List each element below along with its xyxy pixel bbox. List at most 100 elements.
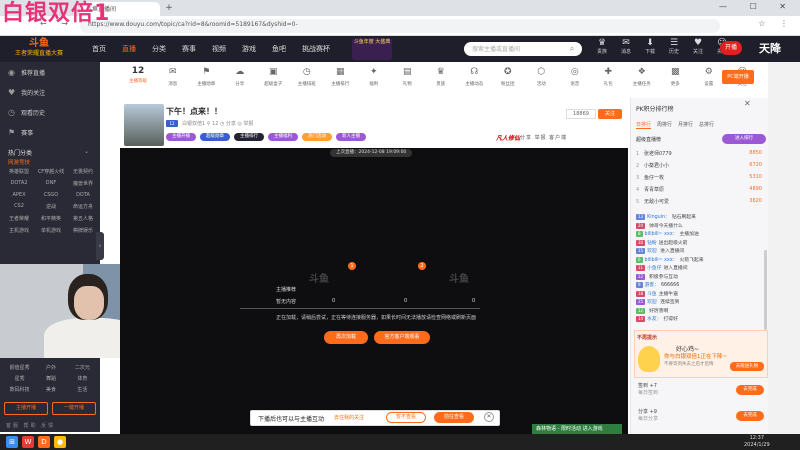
chat-message[interactable]: 12 好厉害啊 — [632, 307, 768, 317]
sidebar-category-item[interactable]: DOTA — [68, 192, 98, 198]
quick-stream-button[interactable]: 一键开播 — [52, 402, 96, 415]
chat-username[interactable]: bilibili~ xxx： — [645, 232, 678, 237]
chat-message[interactable]: 22 积极参与互动 — [632, 273, 768, 283]
chat-username[interactable]: bilibili~ xxx： — [645, 258, 678, 263]
chat-scrollbar[interactable] — [764, 250, 767, 330]
chat-message[interactable]: 13 Kinguin： 钻石刷起来 — [632, 214, 768, 223]
ranking-tab[interactable]: 月排行 — [678, 121, 693, 129]
rank-row[interactable]: 4 青青草原 4890 — [636, 186, 764, 196]
chat-message[interactable]: 6 bilibili~ xxx： 火箭飞起来 — [632, 256, 768, 266]
follow-button[interactable]: 关注 — [598, 109, 622, 119]
nav-item[interactable]: 鱼吧 — [264, 36, 294, 62]
header-icon-button[interactable]: ♥ 关注 — [688, 38, 708, 56]
channel-tool-button[interactable]: ✉ 消息 — [156, 66, 190, 96]
channel-tool-button[interactable]: ☁ 分享 — [223, 66, 257, 96]
sidebar-category-item[interactable]: 星秀 — [4, 375, 35, 382]
video-player[interactable] — [120, 148, 628, 434]
ranking-tab[interactable]: 周排行 — [657, 121, 672, 129]
client-watch-button[interactable]: 官方客户端观看 — [374, 331, 430, 344]
site-logo[interactable]: 斗鱼 王者荣耀直播大赛 — [4, 38, 74, 60]
sidebar-category-item[interactable]: 逆战 — [36, 203, 66, 210]
sidebar-category-item[interactable]: 单机游戏 — [36, 227, 66, 234]
sidebar-category-item[interactable]: CF穿越火线 — [36, 168, 66, 175]
sidebar-category-item[interactable]: 和平精英 — [36, 215, 66, 222]
chat-message[interactable]: 18 斗鱼 主播牛逼 — [632, 290, 768, 300]
sidebar-category-item[interactable]: 颜值星秀 — [4, 364, 35, 371]
chat-message[interactable]: 14 水友： 打得好 — [632, 316, 768, 325]
sidebar-category-item[interactable]: 数码科技 — [4, 386, 35, 393]
room-tag[interactable]: 超级勋章 — [200, 133, 230, 141]
send-gift-button[interactable]: 去赠送礼物 — [730, 362, 764, 371]
sidebar-category-item[interactable]: 王者荣耀 — [4, 215, 34, 222]
sidebar-category-item[interactable]: 生活 — [67, 386, 98, 393]
chat-message[interactable]: 9 游客： 666666 — [632, 282, 768, 291]
close-icon[interactable]: ✕ — [744, 99, 751, 108]
sidebar-category-item[interactable]: 主机游戏 — [4, 227, 34, 234]
sidebar-collapse-handle[interactable]: ‹ — [96, 232, 104, 260]
channel-tool-button[interactable]: ▣ 超级盒子 — [257, 66, 291, 96]
header-icon-button[interactable]: ⬇ 下载 — [640, 38, 660, 56]
notification-link[interactable]: 去往我的关注 — [334, 414, 364, 421]
sidebar-category-item[interactable]: DOTA2 — [4, 180, 34, 187]
nav-item[interactable]: 分类 — [144, 36, 174, 62]
sidebar-category-item[interactable]: 英雄联盟 — [4, 168, 34, 175]
sidebar-category-item[interactable]: 美食 — [35, 386, 66, 393]
taskbar-app-icon[interactable]: D — [38, 436, 50, 448]
sidebar-category-item[interactable]: 舞蹈 — [35, 375, 66, 382]
recommend-dot-1[interactable]: 1 — [348, 262, 356, 270]
sidebar-category-item[interactable]: CS2 — [4, 203, 34, 210]
chat-username[interactable]: 游客： — [645, 283, 659, 288]
channel-tool-button[interactable]: ◎ 语音 — [558, 66, 592, 96]
sidebar-category-item[interactable]: 无畏契约 — [68, 168, 98, 175]
sidebar-category-item[interactable]: APEX — [4, 192, 34, 198]
sidebar-category-item[interactable]: 棋牌娱乐 — [68, 227, 98, 234]
nav-item[interactable]: 游戏 — [234, 36, 264, 62]
nav-item[interactable]: 首页 — [84, 36, 114, 62]
reload-button[interactable]: 再次加载 — [324, 331, 368, 344]
pc-stream-button[interactable]: PC端开播 — [722, 70, 754, 84]
sidebar-category-item[interactable]: 二次元 — [67, 364, 98, 371]
rank-row[interactable]: 5 无敌小可爱 3620 — [636, 198, 764, 208]
header-icon-button[interactable]: ✉ 消息 — [616, 38, 636, 56]
bottom-game-banner[interactable]: 森林物语 - 限时活动 进入游戏 — [532, 424, 622, 434]
nav-item[interactable]: 挑战赛杯 — [294, 36, 338, 62]
header-icon-button[interactable]: ☰ 历史 — [664, 38, 684, 56]
new-tab-button[interactable]: + — [164, 3, 174, 13]
room-tag[interactable]: 主播开播 — [166, 133, 196, 141]
chat-message[interactable]: 15 欢迎 进入直播间 — [632, 248, 768, 257]
chat-message[interactable]: 11 小鱼仔 进入直播间 — [632, 265, 768, 274]
close-icon[interactable]: ✕ — [484, 412, 494, 422]
start-streaming-button[interactable]: 主播开播 — [4, 402, 48, 415]
room-links[interactable]: 分享 举报 客户端 — [520, 134, 567, 141]
channel-tool-button[interactable]: ▩ 更多 — [659, 66, 693, 96]
channel-tool-button[interactable]: ◷ 主播排班 — [290, 66, 324, 96]
rank-row[interactable]: 2 小葵君小小 6720 — [636, 162, 764, 172]
window-controls[interactable]: — ☐ ✕ — [719, 2, 796, 11]
task-button[interactable]: 去完成 — [736, 411, 764, 421]
chat-message[interactable]: 20 帅哥今天播什么 — [632, 222, 768, 232]
promo-banner[interactable]: 斗鱼年度 大盛典 — [352, 38, 392, 60]
address-bar-icons[interactable]: ☆ ⋮ — [758, 19, 794, 28]
taskbar-app-icon[interactable]: ⊞ — [6, 436, 18, 448]
search-icon[interactable]: ⌕ — [566, 43, 578, 55]
channel-tool-button[interactable]: ⚙ 设置 — [692, 66, 726, 96]
popup-dismiss-text[interactable]: 不再提示 — [637, 334, 657, 341]
event-logo[interactable]: 天降 — [744, 37, 796, 61]
url-field[interactable]: https://www.douyu.com/topic/ca?rid=8&roo… — [80, 19, 720, 33]
channel-tool-button[interactable]: ▦ 主播排行 — [324, 66, 358, 96]
notification-ok-button[interactable]: 前往查看 — [434, 412, 474, 423]
chat-username[interactable]: 水友： — [647, 317, 661, 322]
channel-tool-button[interactable]: ⚑ 主播勋章 — [190, 66, 224, 96]
notification-cancel-button[interactable]: 暂不查看 — [386, 412, 426, 423]
room-tag[interactable]: 热门活动 — [302, 133, 332, 141]
ranking-tab[interactable]: 总排行 — [699, 121, 714, 129]
room-tag[interactable]: 主播福利 — [268, 133, 298, 141]
channel-tool-button[interactable]: ⬡ 活动 — [525, 66, 559, 96]
channel-tool-button[interactable]: ▤ 礼物 — [391, 66, 425, 96]
chat-message[interactable]: 8 bilibili~ xxx： 主播加油 — [632, 231, 768, 240]
go-live-button[interactable]: 开播 — [720, 41, 742, 55]
channel-tool-button[interactable]: ✚ 礼包 — [592, 66, 626, 96]
room-tag[interactable]: 主播排行 — [234, 133, 264, 141]
sidebar-item-recommend[interactable]: ◉ 推荐直播 — [8, 68, 45, 77]
channel-tool-button[interactable]: ✦ 福利 — [357, 66, 391, 96]
